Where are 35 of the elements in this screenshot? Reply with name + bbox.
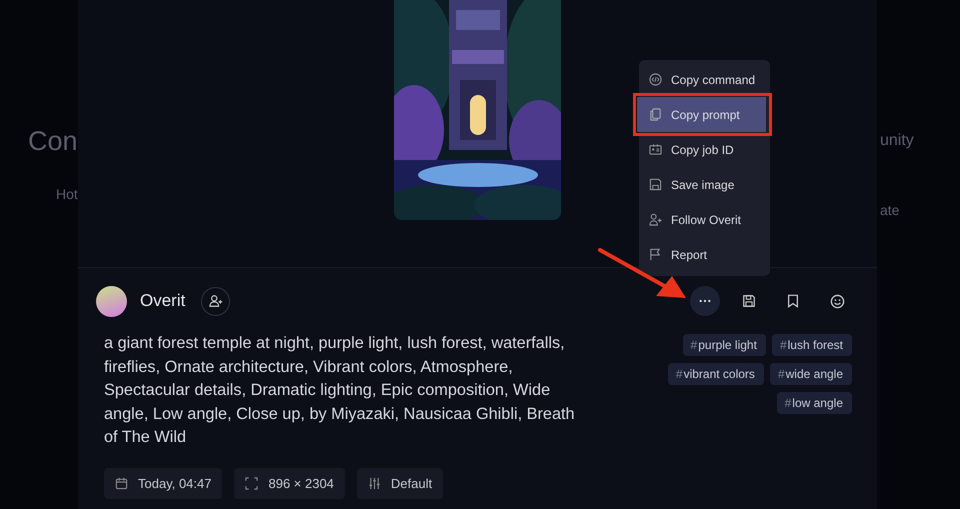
tag-chip[interactable]: #purple light xyxy=(682,334,766,356)
menu-item[interactable]: Save image xyxy=(639,167,770,202)
detail-text: 896 × 2304 xyxy=(268,476,334,490)
detail-text: Today, 04:47 xyxy=(138,476,212,490)
more-icon xyxy=(699,299,711,303)
menu-item[interactable]: Copy job ID xyxy=(639,132,770,167)
save-icon xyxy=(742,294,756,308)
detail-text: Default xyxy=(390,476,432,490)
tag-chip[interactable]: #wide angle xyxy=(770,363,852,385)
bookmark-icon xyxy=(786,294,800,308)
sliders-icon xyxy=(368,476,381,490)
add-user-icon xyxy=(649,213,662,226)
backdrop-text: unity xyxy=(880,132,915,151)
copy-icon xyxy=(649,108,662,121)
save-icon xyxy=(649,178,662,191)
calendar-icon xyxy=(115,476,128,490)
flag-icon xyxy=(649,248,662,261)
code-icon xyxy=(649,73,662,86)
menu-item[interactable]: Follow Overit xyxy=(639,202,770,237)
backdrop-text: Hot xyxy=(56,186,78,202)
backdrop-text: Con xyxy=(28,126,78,158)
add-user-icon xyxy=(208,294,223,308)
menu-item[interactable]: Copy command xyxy=(639,62,770,97)
follow-button[interactable] xyxy=(201,286,230,316)
id-card-icon xyxy=(649,143,662,156)
menu-item[interactable]: Report xyxy=(639,237,770,272)
tag-chip[interactable]: #vibrant colors xyxy=(668,363,764,385)
smiley-icon xyxy=(830,294,844,308)
author-name[interactable]: Overit xyxy=(140,291,186,311)
prompt-text: a giant forest temple at night, purple light, lush forest, waterfalls, fireflies, Ornate architecture, Vibrant colors, Atmosphere, Spectacular details, Dramatic lighting, Epic composition, Wide angle, Low angle, Close up, by Miyazaki, Nausicaa Ghibli, Breath of The Wild xyxy=(104,333,576,448)
tag-chip[interactable]: #lush forest xyxy=(772,334,852,356)
avatar[interactable] xyxy=(96,286,127,316)
backdrop-text: ate xyxy=(880,202,900,218)
tag-chip[interactable]: #low angle xyxy=(776,392,852,414)
expand-icon xyxy=(245,476,258,490)
